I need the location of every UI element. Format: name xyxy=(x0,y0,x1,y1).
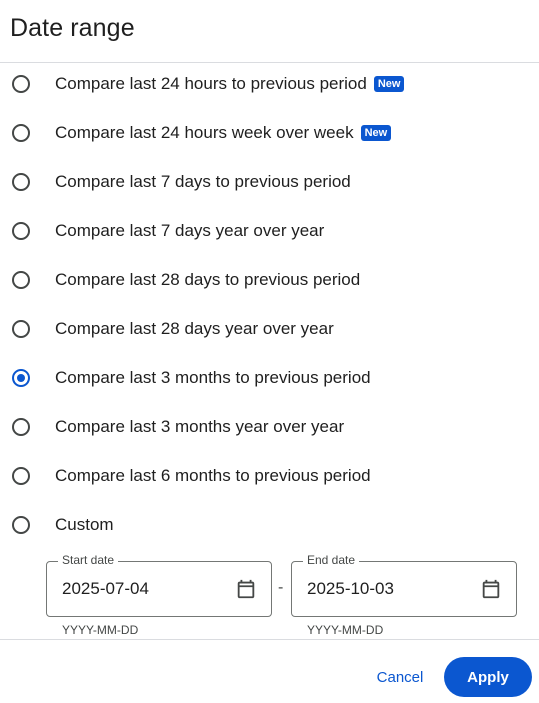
radio-button-selected[interactable] xyxy=(12,368,30,387)
cancel-button[interactable]: Cancel xyxy=(366,657,434,697)
option-label: Compare last 3 months to previous period xyxy=(55,367,371,387)
option-last-24-hours-previous-period[interactable]: Compare last 24 hours to previous period… xyxy=(0,59,539,108)
option-last-6-months-previous-period[interactable]: Compare last 6 months to previous period xyxy=(0,451,539,500)
apply-button[interactable]: Apply xyxy=(444,657,532,697)
option-label: Compare last 24 hours week over week New xyxy=(55,123,392,143)
option-last-7-days-previous-period[interactable]: Compare last 7 days to previous period xyxy=(0,157,539,206)
start-date-format-hint: YYYY-MM-DD xyxy=(62,623,139,637)
option-label: Compare last 6 months to previous period xyxy=(55,465,371,485)
option-last-7-days-year-over-year[interactable]: Compare last 7 days year over year xyxy=(0,206,539,255)
new-badge: New xyxy=(373,75,405,92)
option-last-24-hours-week-over-week[interactable]: Compare last 24 hours week over week New xyxy=(0,108,539,157)
option-label: Compare last 3 months year over year xyxy=(55,416,345,436)
start-date-value[interactable]: 2025-07-04 xyxy=(62,579,149,599)
end-date-field[interactable]: End date 2025-10-03 xyxy=(291,553,517,617)
start-date-field[interactable]: Start date 2025-07-04 xyxy=(46,553,272,617)
radio-button[interactable] xyxy=(12,74,30,93)
radio-button[interactable] xyxy=(12,466,30,485)
start-date-label: Start date xyxy=(58,553,119,567)
radio-button[interactable] xyxy=(12,270,30,289)
radio-button[interactable] xyxy=(12,123,30,142)
option-label: Compare last 28 days to previous period xyxy=(55,269,361,289)
calendar-icon[interactable] xyxy=(235,578,257,600)
radio-button[interactable] xyxy=(12,515,30,534)
radio-button[interactable] xyxy=(12,172,30,191)
radio-button[interactable] xyxy=(12,319,30,338)
dialog-title: Date range xyxy=(10,14,135,42)
date-range-separator: - xyxy=(278,579,284,596)
option-custom[interactable]: Custom xyxy=(0,500,539,549)
end-date-format-hint: YYYY-MM-DD xyxy=(307,623,384,637)
option-label: Custom xyxy=(55,514,114,534)
option-last-28-days-previous-period[interactable]: Compare last 28 days to previous period xyxy=(0,255,539,304)
option-last-28-days-year-over-year[interactable]: Compare last 28 days year over year xyxy=(0,304,539,353)
option-last-3-months-year-over-year[interactable]: Compare last 3 months year over year xyxy=(0,402,539,451)
option-label: Compare last 24 hours to previous period… xyxy=(55,74,405,94)
end-date-value[interactable]: 2025-10-03 xyxy=(307,579,394,599)
radio-button[interactable] xyxy=(12,221,30,240)
radio-button[interactable] xyxy=(12,417,30,436)
option-label: Compare last 28 days year over year xyxy=(55,318,334,338)
option-label: Compare last 7 days to previous period xyxy=(55,171,351,191)
footer-divider xyxy=(0,639,539,640)
end-date-label: End date xyxy=(303,553,360,567)
calendar-icon[interactable] xyxy=(480,578,502,600)
option-label: Compare last 7 days year over year xyxy=(55,220,325,240)
new-badge: New xyxy=(360,124,392,141)
option-last-3-months-previous-period[interactable]: Compare last 3 months to previous period xyxy=(0,353,539,402)
